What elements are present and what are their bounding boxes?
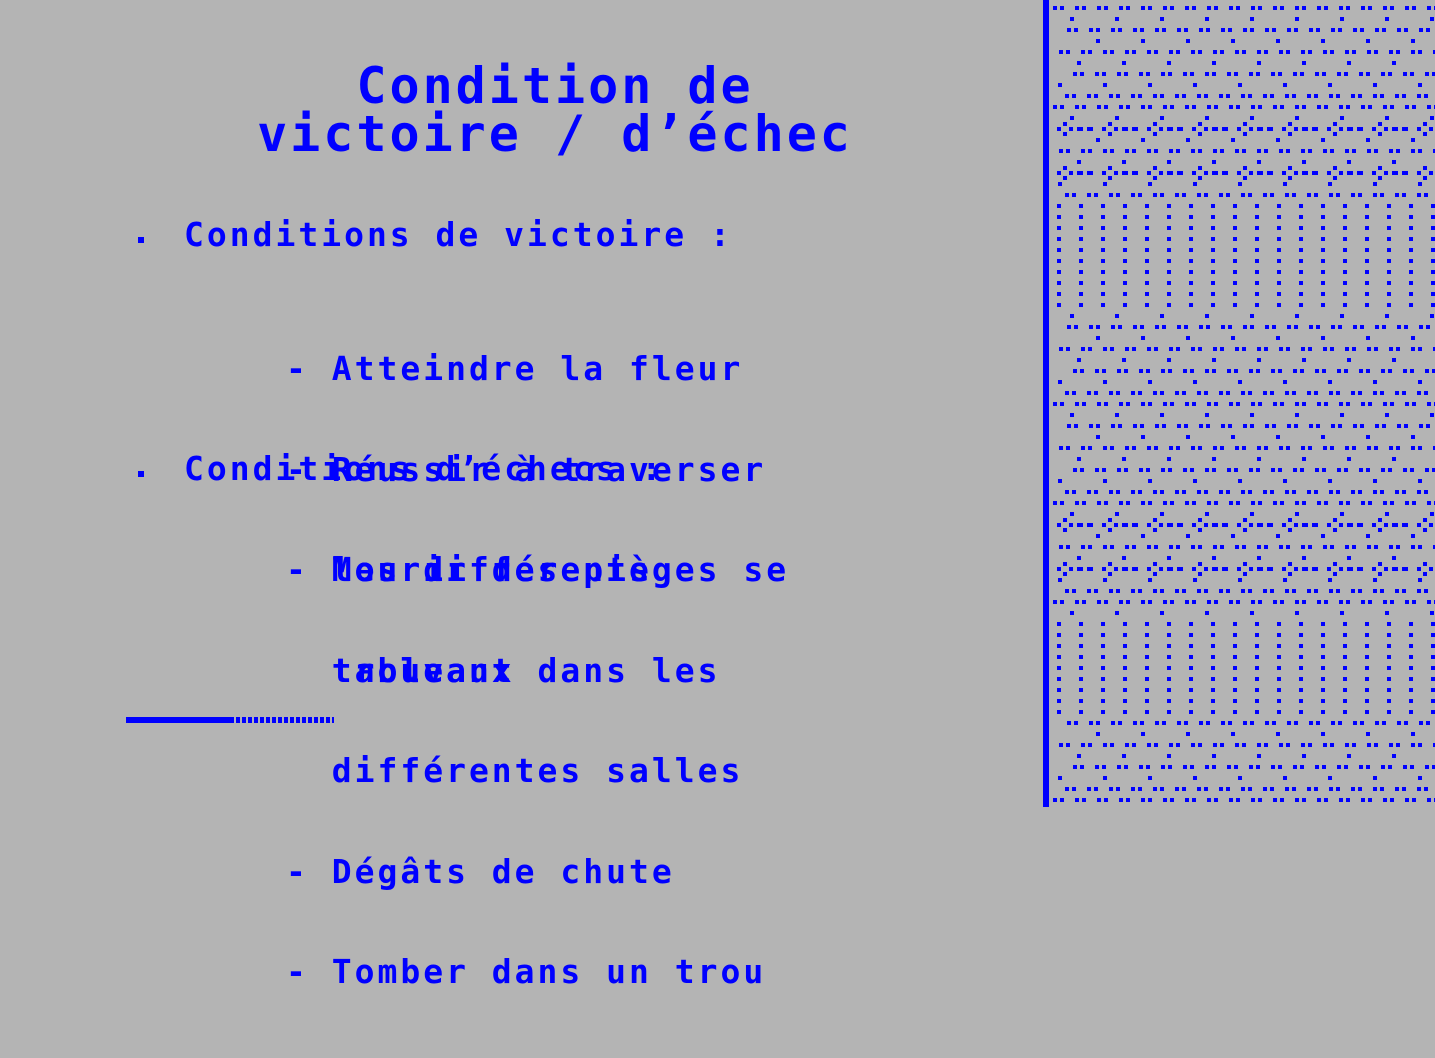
bullet-dot-icon (138, 236, 144, 243)
bullet-failure: Conditions d’échecs : (138, 452, 664, 485)
victory-label: Conditions de victoire : (184, 215, 733, 254)
dot-pattern-graphic (1053, 6, 1435, 802)
title-line-2: victoire / d’échec (257, 105, 853, 163)
failure-list: - Mourir des pièges se trouvant dans les… (286, 486, 789, 1056)
failure-item-3: - Tomber dans un trou (286, 952, 767, 991)
slide-title: Condition de victoire / d’échec (0, 57, 1110, 163)
failure-item-1-cont-1: trouvant dans les (286, 650, 721, 690)
decorative-pattern-panel (1043, 0, 1435, 807)
failure-label: Conditions d’échecs : (184, 449, 665, 488)
slide-content: Condition de victoire / d’échec Conditio… (0, 0, 1045, 988)
slide-progress-bar (126, 717, 334, 723)
bullet-victory: Conditions de victoire : (138, 218, 733, 251)
victory-item-1: - Atteindre la fleur (286, 349, 744, 388)
title-line-1: Condition de (356, 57, 754, 115)
failure-item-1-cont-2: différentes salles (286, 751, 744, 790)
failure-item-2: - Dégâts de chute (286, 851, 675, 891)
slide: Condition de victoire / d’échec Conditio… (0, 0, 1435, 988)
bullet-dot-icon (138, 470, 144, 477)
progress-remaining (230, 717, 334, 723)
failure-item-1: - Mourir des pièges se (286, 550, 790, 589)
progress-fill (126, 717, 230, 723)
